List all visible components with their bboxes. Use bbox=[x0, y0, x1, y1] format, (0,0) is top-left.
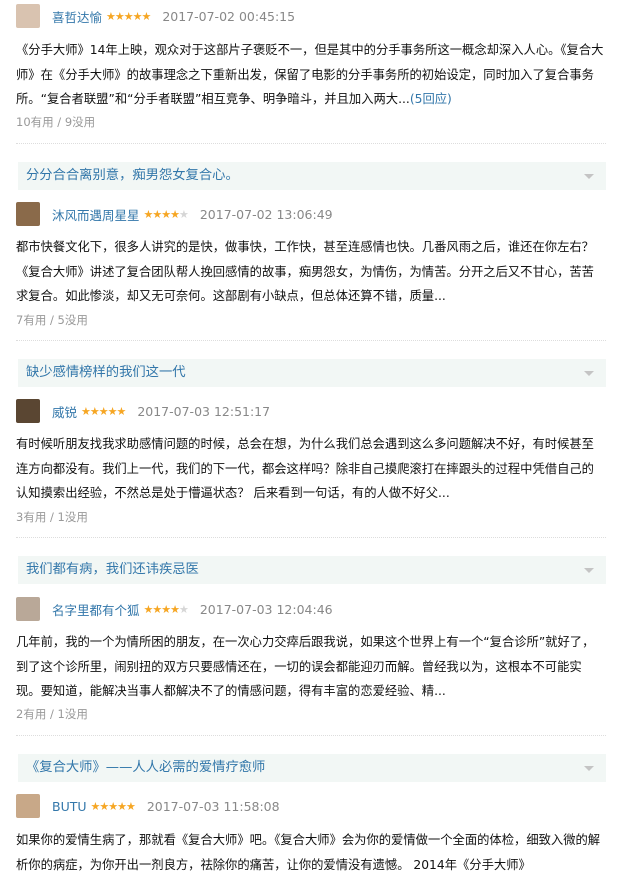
rating-stars: ★★★★★ bbox=[90, 799, 136, 813]
review-time: 2017-07-03 11:58:08 bbox=[146, 798, 280, 814]
avatar[interactable] bbox=[16, 4, 40, 28]
chevron-down-icon[interactable] bbox=[584, 766, 594, 771]
review-time: 2017-07-03 12:04:46 bbox=[199, 601, 333, 617]
review-title[interactable]: 缺少感情榜样的我们这一代 bbox=[26, 359, 186, 387]
rating-stars: ★★★★★ bbox=[81, 404, 126, 418]
divider bbox=[16, 143, 606, 144]
rating-stars: ★★★★★ bbox=[143, 602, 189, 616]
chevron-down-icon[interactable] bbox=[584, 371, 594, 376]
rating-stars: ★★★★★ bbox=[143, 207, 189, 221]
review-title-bar[interactable]: 缺少感情榜样的我们这一代 bbox=[18, 359, 606, 387]
chevron-down-icon[interactable] bbox=[584, 174, 594, 179]
divider bbox=[16, 537, 606, 538]
rating-stars: ★★★★★ bbox=[106, 9, 151, 23]
review-excerpt: 《分手大师》14年上映，观众对于这部片子褒贬不一，但是其中的分手事务所这一概念却… bbox=[16, 43, 604, 106]
vote-counts: 10有用 / 9没用 bbox=[16, 115, 96, 129]
review-text: 几年前，我的一个为情所困的朋友，在一次心力交瘁后跟我说，如果这个世界上有一个“复… bbox=[16, 630, 606, 704]
review-text: 《分手大师》14年上映，观众对于这部片子褒贬不一，但是其中的分手事务所这一概念却… bbox=[16, 38, 606, 112]
username-link[interactable]: 喜哲达愉 bbox=[52, 7, 102, 26]
review-text: 有时候听朋友找我求助感情问题的时候，总会在想，为什么我们总会遇到这么多问题解决不… bbox=[16, 432, 606, 506]
avatar[interactable] bbox=[16, 399, 40, 423]
review-title-bar[interactable]: 我们都有病，我们还讳疾忌医 bbox=[18, 556, 606, 584]
vote-counts: 3有用 / 1没用 bbox=[16, 510, 88, 524]
review-title-bar[interactable]: 分分合合离别意，痴男怨女复合心。 bbox=[18, 162, 606, 190]
review-time: 2017-07-03 12:51:17 bbox=[137, 403, 271, 419]
avatar[interactable] bbox=[16, 794, 40, 818]
review-title[interactable]: 分分合合离别意，痴男怨女复合心。 bbox=[26, 162, 239, 190]
review-meta: BUTU ★★★★★ 2017-07-03 11:58:08 bbox=[16, 792, 280, 820]
review-excerpt: 都市快餐文化下，很多人讲究的是快，做事快，工作快，甚至连感情也快。几番风雨之后，… bbox=[16, 240, 594, 303]
replies-link[interactable]: (5回应) bbox=[410, 92, 452, 106]
review-meta: 威锐 ★★★★★ 2017-07-03 12:51:17 bbox=[16, 397, 270, 425]
review-time: 2017-07-02 13:06:49 bbox=[199, 206, 333, 222]
vote-counts: 7有用 / 5没用 bbox=[16, 313, 88, 327]
vote-counts: 2有用 / 1没用 bbox=[16, 707, 88, 721]
review-text: 如果你的爱情生病了，那就看《复合大师》吧。《复合大师》会为你的爱情做一个全面的体… bbox=[16, 828, 606, 877]
review-title-bar[interactable]: 《复合大师》——人人必需的爱情疗愈师 bbox=[18, 754, 606, 782]
divider bbox=[16, 735, 606, 736]
review-excerpt: 如果你的爱情生病了，那就看《复合大师》吧。《复合大师》会为你的爱情做一个全面的体… bbox=[16, 833, 601, 872]
review-time: 2017-07-02 00:45:15 bbox=[162, 8, 296, 24]
review-title[interactable]: 我们都有病，我们还讳疾忌医 bbox=[26, 556, 199, 584]
review-meta: 喜哲达愉 ★★★★★ 2017-07-02 00:45:15 bbox=[16, 2, 295, 30]
review-excerpt: 有时候听朋友找我求助感情问题的时候，总会在想，为什么我们总会遇到这么多问题解决不… bbox=[16, 437, 594, 500]
review-title[interactable]: 《复合大师》——人人必需的爱情疗愈师 bbox=[26, 754, 265, 782]
chevron-down-icon[interactable] bbox=[584, 568, 594, 573]
avatar[interactable] bbox=[16, 597, 40, 621]
review-excerpt: 几年前，我的一个为情所困的朋友，在一次心力交瘁后跟我说，如果这个世界上有一个“复… bbox=[16, 635, 595, 698]
username-link[interactable]: 名字里都有个狐 bbox=[52, 600, 140, 619]
review-text: 都市快餐文化下，很多人讲究的是快，做事快，工作快，甚至连感情也快。几番风雨之后，… bbox=[16, 235, 606, 309]
avatar[interactable] bbox=[16, 202, 40, 226]
username-link[interactable]: 沐风而遇周星星 bbox=[52, 205, 140, 224]
username-link[interactable]: 威锐 bbox=[52, 402, 77, 421]
username-link[interactable]: BUTU bbox=[52, 799, 87, 814]
review-meta: 名字里都有个狐 ★★★★★ 2017-07-03 12:04:46 bbox=[16, 595, 333, 623]
divider bbox=[16, 340, 606, 341]
review-meta: 沐风而遇周星星 ★★★★★ 2017-07-02 13:06:49 bbox=[16, 200, 333, 228]
